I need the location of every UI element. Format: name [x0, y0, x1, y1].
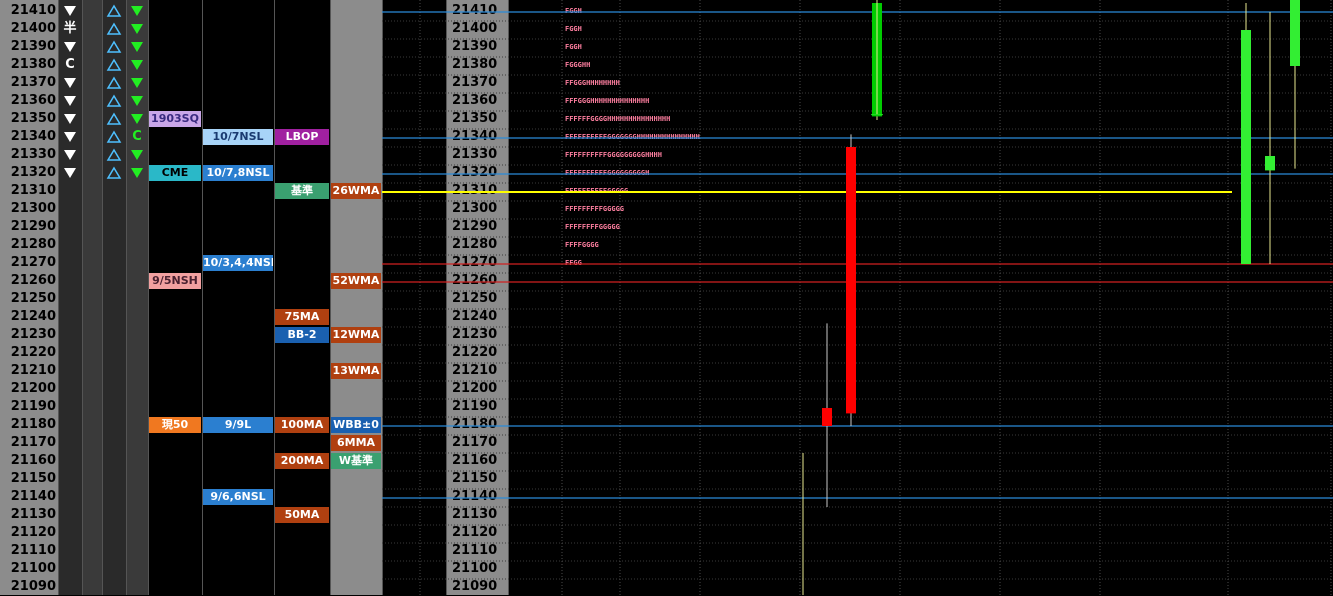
- candle-body: [846, 147, 856, 414]
- market-profile-board: 21410 21400 21390 21380 21370 21360 21350 21340…: [0, 0, 1333, 595]
- candle-body: [1290, 0, 1300, 66]
- candle-body: [1241, 30, 1251, 264]
- candlestick-chart: [382, 0, 1333, 595]
- candle-body: [822, 408, 832, 426]
- candle-body: [1265, 156, 1275, 171]
